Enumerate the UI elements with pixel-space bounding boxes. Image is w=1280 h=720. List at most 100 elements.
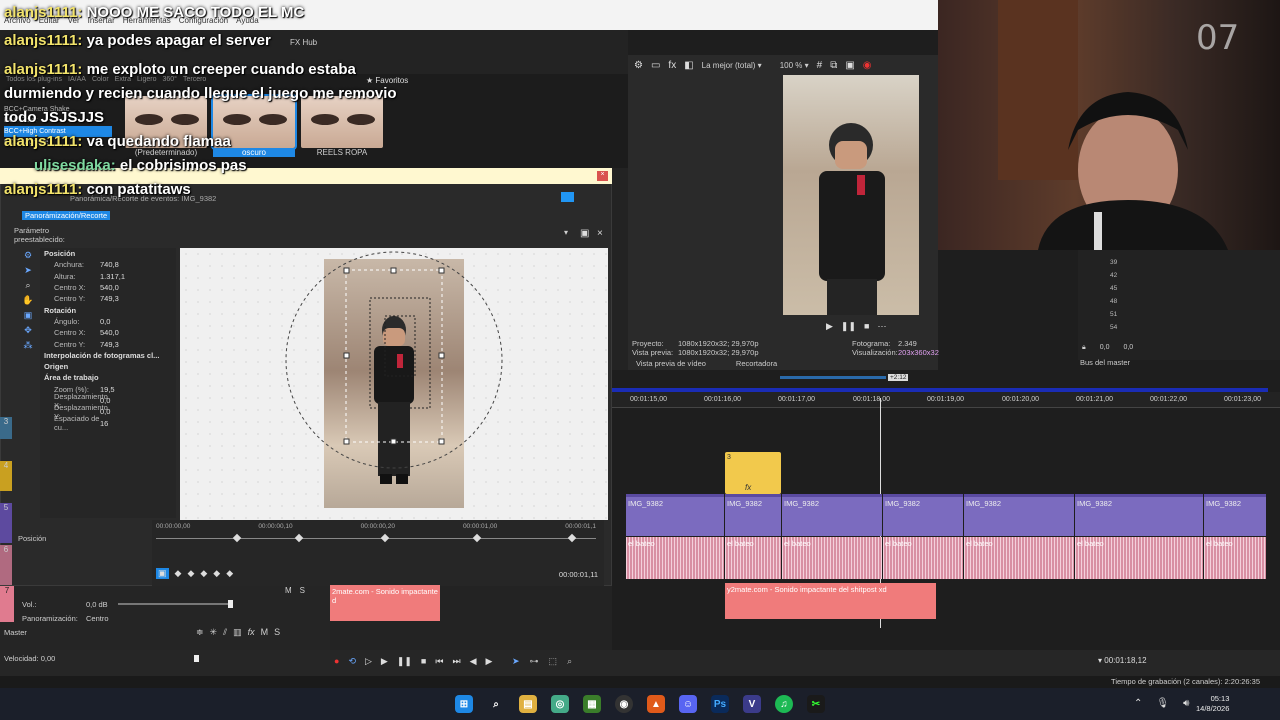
pan-tab[interactable]: Panorámización/Recorte xyxy=(22,211,111,220)
property-row[interactable]: Centro X: 540,0 xyxy=(40,282,176,293)
crop-overlay[interactable] xyxy=(180,248,608,520)
settings-icon[interactable]: ⚙ xyxy=(634,60,643,71)
track-number[interactable]: 5 xyxy=(0,503,12,543)
property-value[interactable]: 749,3 xyxy=(100,340,119,349)
chrome-icon[interactable]: ◎ xyxy=(551,695,569,713)
property-row[interactable]: Altura: 1.317,1 xyxy=(40,271,176,282)
property-value[interactable]: 540,0 xyxy=(100,328,119,337)
envelope-tool-icon[interactable]: ⊶ xyxy=(530,656,539,667)
property-row[interactable]: Centro Y: 749,3 xyxy=(40,293,176,304)
search-icon[interactable]: ⌕ xyxy=(487,695,505,713)
zoom-dropdown[interactable]: 100 % ▾ xyxy=(780,61,809,70)
selection-tool-icon[interactable]: ⬚ xyxy=(549,656,558,667)
sound-effect-clip[interactable]: y2mate.com - Sonido impactante del shitp… xyxy=(725,583,936,619)
video-clip[interactable]: IMG_9382 xyxy=(964,494,1074,536)
external-monitor-icon[interactable]: ▭ xyxy=(651,60,660,71)
sound-effect-clip[interactable]: 2mate.com - Sonido impactante d xyxy=(330,585,440,621)
record-icon[interactable]: ◉ xyxy=(863,60,872,71)
property-value[interactable]: 0,0 xyxy=(100,407,110,416)
audio-clip[interactable]: el bateo xyxy=(782,537,882,579)
track-number[interactable]: 6 xyxy=(0,545,12,585)
taskbar-clock[interactable]: 05:13 14/8/2026 xyxy=(1196,694,1229,714)
pointer-icon[interactable]: ➤ xyxy=(24,265,32,276)
volume-icon[interactable]: 🔊︎ xyxy=(1183,698,1189,709)
solo-button[interactable]: S xyxy=(274,627,280,638)
vegas-icon[interactable]: V xyxy=(743,695,761,713)
brave-icon[interactable]: ▲ xyxy=(647,695,665,713)
grid-icon[interactable]: # xyxy=(817,60,823,71)
quality-dropdown[interactable]: La mejor (total) ▾ xyxy=(702,61,762,70)
section-header[interactable]: Rotación xyxy=(40,304,176,315)
pause-icon[interactable]: ❚❚ xyxy=(841,321,856,332)
keyframe-marker[interactable] xyxy=(294,533,304,543)
play-icon[interactable]: ▶ xyxy=(381,656,388,667)
microphone-icon[interactable]: 🎙︎ xyxy=(1156,698,1169,709)
video-clip[interactable]: IMG_9382 xyxy=(725,494,781,536)
property-row[interactable]: Espaciado de cu... 16 xyxy=(40,414,176,432)
section-header[interactable]: Área de trabajo xyxy=(40,372,176,383)
video-clip[interactable]: IMG_9382 xyxy=(782,494,882,536)
keyframe-last-icon[interactable]: ◆ xyxy=(226,568,233,579)
lock-icon[interactable]: ▣ xyxy=(24,310,33,321)
audio-clip[interactable]: el bateo xyxy=(883,537,963,579)
chevron-up-icon[interactable]: ⌃ xyxy=(1134,698,1142,709)
property-value[interactable]: 540,0 xyxy=(100,283,119,292)
spotify-icon[interactable]: ♫ xyxy=(775,695,793,713)
property-row[interactable]: Ángulo: 0,0 xyxy=(40,316,176,327)
lock-icon[interactable]: 🔒︎ xyxy=(1082,344,1086,352)
section-header[interactable]: Posición xyxy=(40,248,176,259)
property-value[interactable]: 16 xyxy=(100,419,108,428)
property-row[interactable]: Centro X: 540,0 xyxy=(40,327,176,338)
section-header[interactable]: Origen xyxy=(40,361,176,372)
go-start-icon[interactable]: ⏮ xyxy=(435,656,443,667)
preset-dropdown[interactable]: ▾ xyxy=(82,228,572,240)
prev-frame-icon[interactable]: ◀ xyxy=(470,656,477,667)
envelope-icon[interactable]: ▥ xyxy=(233,627,242,638)
keyframe-marker[interactable] xyxy=(472,533,482,543)
split-icon[interactable]: ⫽ xyxy=(223,627,227,638)
next-frame-icon[interactable]: ▶ xyxy=(486,656,493,667)
snap-icon[interactable]: ⁂ xyxy=(24,340,33,351)
bus-master-label[interactable]: Bus del master xyxy=(1080,358,1130,367)
capcut-icon[interactable]: ✂ xyxy=(807,695,825,713)
keyframe-next-icon[interactable]: ◆ xyxy=(213,568,220,579)
fx-icon[interactable]: fx xyxy=(248,627,255,638)
audio-clip[interactable]: el bateo xyxy=(725,537,781,579)
track-number[interactable]: 4 xyxy=(0,461,12,491)
property-value[interactable]: 1.317,1 xyxy=(100,272,125,281)
keyframe-marker[interactable] xyxy=(232,533,242,543)
save-icon[interactable]: ▣ xyxy=(845,60,854,71)
video-clip[interactable]: IMG_9382 xyxy=(883,494,963,536)
hand-icon[interactable]: ✋ xyxy=(22,295,33,306)
section-header[interactable]: Interpolación de fotogramas cl... xyxy=(40,350,176,361)
keyframe-add-icon[interactable]: ◆ xyxy=(200,568,207,579)
speed-slider-thumb[interactable] xyxy=(194,655,199,662)
keyframe-prev-icon[interactable]: ◆ xyxy=(187,568,194,579)
discord-icon[interactable]: ☺ xyxy=(679,695,697,713)
track-number[interactable]: 7 xyxy=(0,586,14,622)
play-from-start-icon[interactable]: ▷ xyxy=(365,656,372,667)
photoshop-icon[interactable]: Ps xyxy=(711,695,729,713)
property-row[interactable]: Anchura: 740,8 xyxy=(40,259,176,270)
yellow-clip[interactable]: 3 fx xyxy=(725,452,781,494)
loop-icon[interactable]: ⟲ xyxy=(348,656,356,667)
minecraft-icon[interactable]: ▦ xyxy=(583,695,601,713)
zoom-icon[interactable]: ⌕ xyxy=(25,280,30,291)
zoom-tool-icon[interactable]: ⌕ xyxy=(567,656,572,667)
video-clip[interactable]: IMG_9382 xyxy=(1204,494,1266,536)
property-row[interactable]: Centro Y: 749,3 xyxy=(40,338,176,349)
keyframe-marker[interactable] xyxy=(567,533,577,543)
property-value[interactable]: 740,8 xyxy=(100,260,119,269)
fx-icon[interactable]: fx xyxy=(668,60,676,71)
volume-slider-thumb[interactable] xyxy=(228,600,233,608)
settings-icon[interactable]: ⚙ xyxy=(24,250,32,261)
windows-start-icon[interactable]: ⊞ xyxy=(455,695,473,713)
property-value[interactable]: 749,3 xyxy=(100,294,119,303)
audio-clip[interactable]: el bateo xyxy=(964,537,1074,579)
save-icon[interactable]: ▣ xyxy=(580,228,589,239)
record-icon[interactable]: ● xyxy=(334,656,339,667)
pause-icon[interactable]: ❚❚ xyxy=(397,656,412,667)
fader-icon[interactable]: ≑ xyxy=(196,627,204,638)
copy-icon[interactable]: ⧉ xyxy=(830,60,837,71)
keyframe-marker[interactable] xyxy=(380,533,390,543)
